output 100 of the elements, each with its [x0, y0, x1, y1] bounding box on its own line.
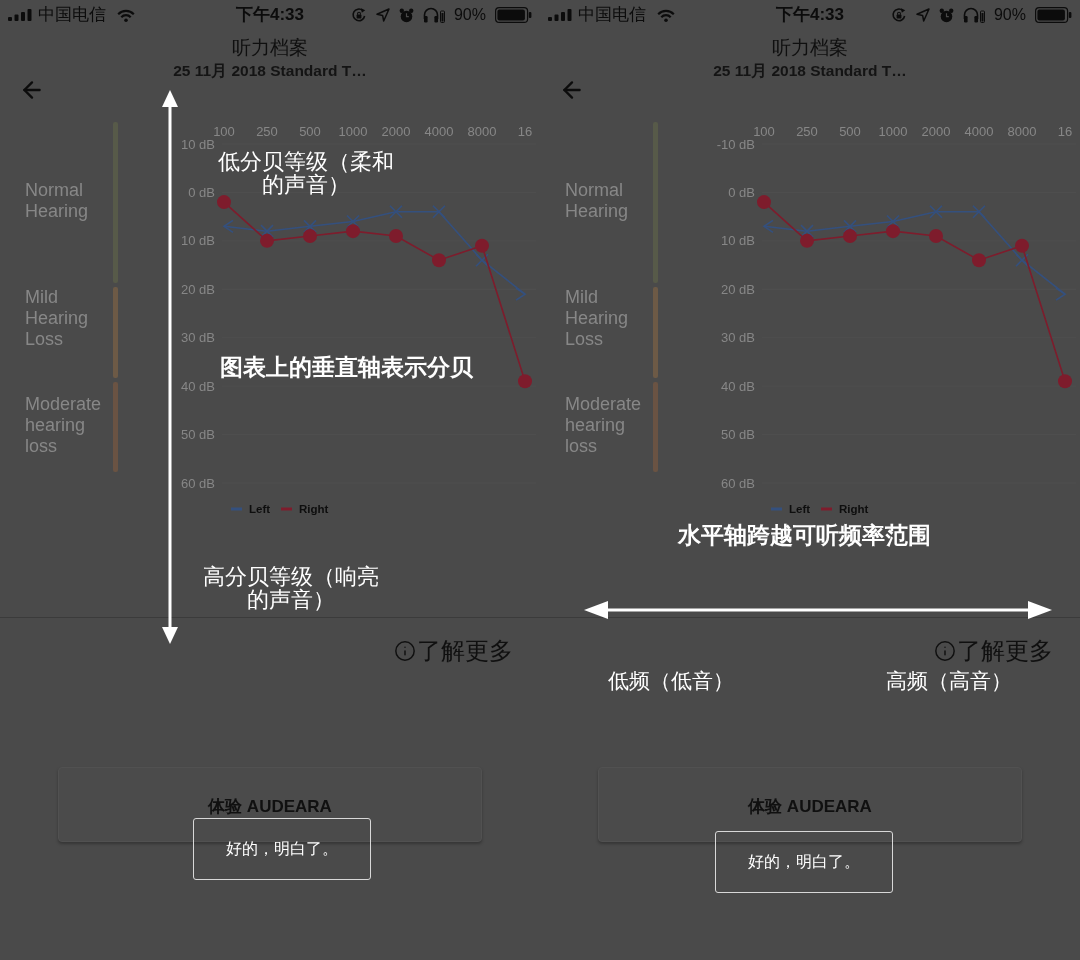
x-tick-label: 8000	[1007, 124, 1037, 139]
y-tick-label: 40 dB	[181, 378, 215, 394]
battery-percentage: 90%	[993, 5, 1026, 25]
y-tick-label: 40 dB	[721, 378, 755, 394]
circle-point	[843, 229, 857, 243]
cross-point	[432, 205, 446, 219]
circle-point	[757, 195, 771, 210]
cross-point	[800, 224, 814, 238]
chevron-point	[222, 219, 234, 234]
location-arrow-icon	[915, 8, 930, 22]
y-tick-label: 20 dB	[721, 281, 755, 297]
chevron-point	[1055, 287, 1067, 301]
annotation-text: 高分贝等级（响亮的声音）	[202, 565, 380, 611]
x-tick-label: 500	[299, 124, 321, 139]
circle-point	[1015, 238, 1029, 253]
headphones-battery-icon	[422, 7, 445, 23]
chevron-point	[762, 219, 774, 234]
x-tick-label: 2000	[921, 124, 951, 139]
annotation-text: 低分贝等级（柔和的声音）	[217, 150, 395, 196]
info-icon	[394, 640, 416, 662]
y-tick-label: 0 dB	[188, 184, 215, 200]
circle-point	[217, 195, 231, 210]
y-tick-label: 60 dB	[181, 475, 215, 491]
battery-percentage: 90%	[453, 5, 486, 25]
y-tick-label: 30 dB	[181, 330, 215, 346]
circle-point	[1058, 374, 1072, 389]
wifi-icon	[657, 8, 675, 22]
battery-icon	[1035, 7, 1072, 23]
cross-point	[260, 224, 274, 238]
info-icon	[934, 640, 956, 662]
alarm-clock-icon	[398, 7, 414, 23]
chevron-point	[515, 287, 527, 301]
x-tick-label: 8000	[467, 124, 497, 139]
hearing-range-label: Mild Hearing Loss	[565, 287, 630, 350]
cross-point	[475, 253, 489, 268]
cross-point	[389, 205, 403, 219]
cross-point	[929, 205, 943, 219]
circle-point	[475, 238, 489, 253]
status-time: 下午4:33	[776, 5, 844, 25]
legend-label: Left	[249, 503, 271, 515]
wifi-icon	[117, 8, 135, 22]
cross-point	[886, 214, 900, 229]
signal-bars-icon	[8, 9, 32, 21]
headphones-battery-icon	[962, 7, 985, 23]
x-tick-label: 1000	[878, 124, 908, 139]
hearing-range-label: Mild Hearing Loss	[25, 287, 90, 350]
annotation-text: 水平轴跨越可听频率范围	[677, 522, 931, 548]
alarm-clock-icon	[938, 7, 954, 23]
hearing-range-label: Normal Hearing	[565, 180, 630, 222]
action-button[interactable]: 体验 AUDEARA	[58, 767, 482, 842]
legend-label: Right	[839, 503, 869, 515]
y-tick-label: -10 dB	[716, 136, 755, 152]
carrier-name: 中国电信	[38, 5, 106, 25]
x-tick-label: 250	[256, 124, 278, 139]
x-tick-label: 100	[213, 124, 235, 139]
legend-label: Right	[299, 503, 329, 515]
annotation-text: 高频（高音）	[886, 669, 1012, 693]
y-tick-label: 50 dB	[181, 427, 215, 443]
learn-more-link[interactable]: 了解更多	[934, 637, 1053, 665]
rotation-lock-icon	[890, 7, 907, 23]
y-tick-label: 30 dB	[721, 330, 755, 346]
hearing-range-label: Moderate hearing loss	[25, 394, 103, 457]
cross-point	[843, 219, 857, 234]
y-tick-label: 0 dB	[728, 184, 755, 200]
legend-label: Left	[789, 503, 811, 515]
x-tick-label: 1000	[338, 124, 368, 139]
x-tick-label: 16	[517, 124, 533, 139]
circle-point	[346, 224, 360, 239]
annotation-text: 低频（低音）	[608, 669, 734, 693]
y-tick-label: 60 dB	[721, 475, 755, 491]
circle-point	[389, 229, 403, 243]
x-tick-label: 4000	[964, 124, 994, 139]
cross-point	[972, 205, 986, 219]
y-tick-label: 10 dB	[181, 233, 215, 249]
annotation-text: 图表上的垂直轴表示分贝	[219, 354, 473, 380]
hearing-range-label: Moderate hearing loss	[565, 394, 643, 457]
cross-point	[346, 214, 360, 229]
dismiss-button[interactable]: 好的，明白了。	[193, 818, 371, 880]
action-button[interactable]: 体验 AUDEARA	[598, 767, 1022, 842]
y-tick-label: 20 dB	[181, 281, 215, 297]
x-tick-label: 500	[839, 124, 861, 139]
y-tick-label: 10 dB	[721, 233, 755, 249]
hearing-range-label: Normal Hearing	[25, 180, 90, 222]
status-time: 下午4:33	[236, 5, 304, 25]
y-tick-label: 10 dB	[181, 136, 215, 152]
x-tick-label: 250	[796, 124, 818, 139]
x-tick-label: 16	[1057, 124, 1073, 139]
x-tick-label: 4000	[424, 124, 454, 139]
cross-point	[303, 219, 317, 234]
x-tick-label: 2000	[381, 124, 411, 139]
learn-more-link[interactable]: 了解更多	[394, 637, 513, 665]
circle-point	[972, 253, 986, 268]
y-tick-label: 50 dB	[721, 427, 755, 443]
rotation-lock-icon	[350, 7, 367, 23]
carrier-name: 中国电信	[578, 5, 646, 25]
dismiss-button[interactable]: 好的，明白了。	[715, 831, 893, 893]
page-title: 听力档案	[772, 37, 848, 59]
signal-bars-icon	[548, 9, 572, 21]
circle-point	[800, 233, 814, 248]
circle-point	[518, 374, 532, 389]
